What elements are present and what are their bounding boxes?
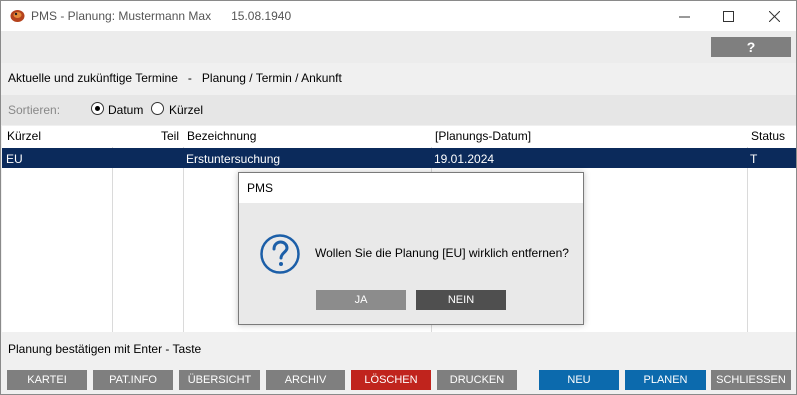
- column-header-planungs-datum[interactable]: [Planungs-Datum]: [435, 129, 531, 143]
- help-button[interactable]: ?: [711, 37, 791, 57]
- maximize-icon: [722, 10, 734, 22]
- column-divider: [183, 147, 184, 332]
- archiv-button[interactable]: ARCHIV: [266, 370, 345, 390]
- column-header-status[interactable]: Status: [751, 129, 785, 143]
- help-strip: ?: [1, 31, 796, 63]
- title-bar: PMS - Planung: Mustermann Max 15.08.1940: [1, 1, 796, 31]
- window-title: PMS - Planung: Mustermann Max 15.08.1940: [31, 9, 292, 23]
- question-icon: [260, 234, 300, 274]
- patinfo-button[interactable]: PAT.INFO: [93, 370, 173, 390]
- minimize-icon: [678, 16, 690, 17]
- minimize-button[interactable]: [661, 1, 707, 31]
- sort-kuerzel-radio[interactable]: [151, 102, 164, 115]
- dialog-yes-button[interactable]: JA: [316, 290, 406, 310]
- drucken-button[interactable]: DRUCKEN: [437, 370, 517, 390]
- confirm-dialog: PMS Wollen Sie die Planung [EU] wirklich…: [238, 172, 584, 325]
- column-header-bezeichnung[interactable]: Bezeichnung: [187, 129, 256, 143]
- kartei-button[interactable]: KARTEI: [7, 370, 87, 390]
- sort-label: Sortieren:: [8, 103, 61, 117]
- column-divider: [112, 147, 113, 332]
- loeschen-button[interactable]: LÖSCHEN: [351, 370, 431, 390]
- cell-bezeichnung: Erstuntersuchung: [186, 152, 281, 166]
- column-divider: [747, 147, 748, 332]
- cell-planungs-datum: 19.01.2024: [434, 152, 495, 166]
- maximize-button[interactable]: [705, 1, 751, 31]
- neu-button[interactable]: NEU: [539, 370, 619, 390]
- dialog-body: Wollen Sie die Planung [EU] wirklich ent…: [239, 203, 583, 324]
- main-window: PMS - Planung: Mustermann Max 15.08.1940…: [0, 0, 797, 395]
- cell-status: T: [750, 152, 758, 166]
- planen-button[interactable]: PLANEN: [625, 370, 706, 390]
- sort-datum-label[interactable]: Datum: [108, 103, 143, 117]
- uebersicht-button[interactable]: ÜBERSICHT: [179, 370, 260, 390]
- column-header-teil[interactable]: Teil: [161, 129, 179, 143]
- status-hint: Planung bestätigen mit Enter - Taste: [8, 342, 202, 356]
- table-row[interactable]: EU Erstuntersuchung 19.01.2024 T: [2, 148, 796, 168]
- dialog-title: PMS: [247, 181, 274, 195]
- dialog-no-button[interactable]: NEIN: [416, 290, 506, 310]
- cell-kuerzel: EU: [6, 152, 23, 166]
- app-logo-icon: [10, 10, 25, 22]
- schliessen-button[interactable]: SCHLIESSEN: [711, 370, 791, 390]
- page-header: Aktuelle und zukünftige Termine - Planun…: [8, 71, 342, 85]
- sort-datum-radio[interactable]: [91, 102, 104, 115]
- dialog-message: Wollen Sie die Planung [EU] wirklich ent…: [315, 246, 569, 260]
- dialog-title-bar: PMS: [239, 173, 583, 203]
- close-button[interactable]: [751, 1, 797, 31]
- close-icon: [768, 10, 780, 22]
- sort-row: Sortieren: Datum Kürzel: [1, 95, 796, 125]
- sort-kuerzel-label[interactable]: Kürzel: [169, 103, 203, 117]
- column-header-kuerzel[interactable]: Kürzel: [7, 129, 41, 143]
